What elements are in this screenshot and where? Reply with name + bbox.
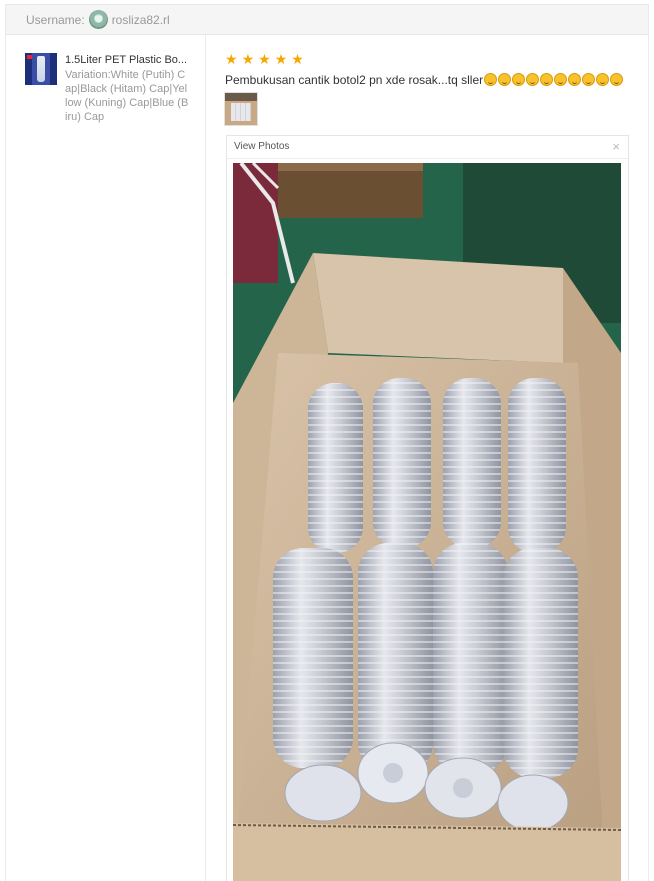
- star-icon: ★: [241, 51, 255, 67]
- photo-viewer-title: View Photos: [234, 141, 290, 152]
- review-header: Username: rosliza82.rl: [5, 4, 649, 35]
- smiley-emoji-icon: [540, 73, 554, 86]
- product-title[interactable]: 1.5Liter PET Plastic Bo...: [65, 53, 190, 67]
- review-photo-thumbnail[interactable]: [224, 92, 258, 126]
- photo-viewer-header: View Photos ×: [227, 136, 628, 159]
- column-divider: [205, 35, 206, 881]
- username-label: Username:: [26, 12, 85, 27]
- close-icon[interactable]: ×: [612, 136, 620, 158]
- smiley-emoji-icon: [568, 73, 582, 86]
- product-variation: Variation:White (Putih) Cap|Black (Hitam…: [65, 69, 189, 123]
- review-comment-text: Pembukusan cantik botol2 pn xde rosak...…: [225, 73, 484, 87]
- smiley-emoji-icon: [596, 73, 610, 86]
- smiley-emoji-icon: [554, 73, 568, 86]
- smiley-emoji-icon: [498, 73, 512, 86]
- product-thumbnail[interactable]: [25, 53, 57, 85]
- smiley-emoji-icon: [484, 73, 498, 86]
- user-avatar[interactable]: [88, 10, 108, 29]
- username[interactable]: rosliza82.rl: [112, 13, 170, 27]
- smiley-emoji-icon: [582, 73, 596, 86]
- star-icon: ★: [225, 51, 238, 67]
- review-comment: Pembukusan cantik botol2 pn xde rosak...…: [225, 73, 635, 87]
- smiley-emoji-icon: [610, 73, 624, 86]
- star-icon: ★: [274, 51, 288, 67]
- star-icon: ★: [258, 51, 271, 67]
- star-icon: ★: [291, 51, 304, 67]
- rating-stars: ★ ★ ★ ★ ★: [225, 51, 304, 67]
- emoji-group: [484, 73, 624, 86]
- review-photo: [233, 163, 621, 881]
- smiley-emoji-icon: [512, 73, 526, 86]
- smiley-emoji-icon: [526, 73, 540, 86]
